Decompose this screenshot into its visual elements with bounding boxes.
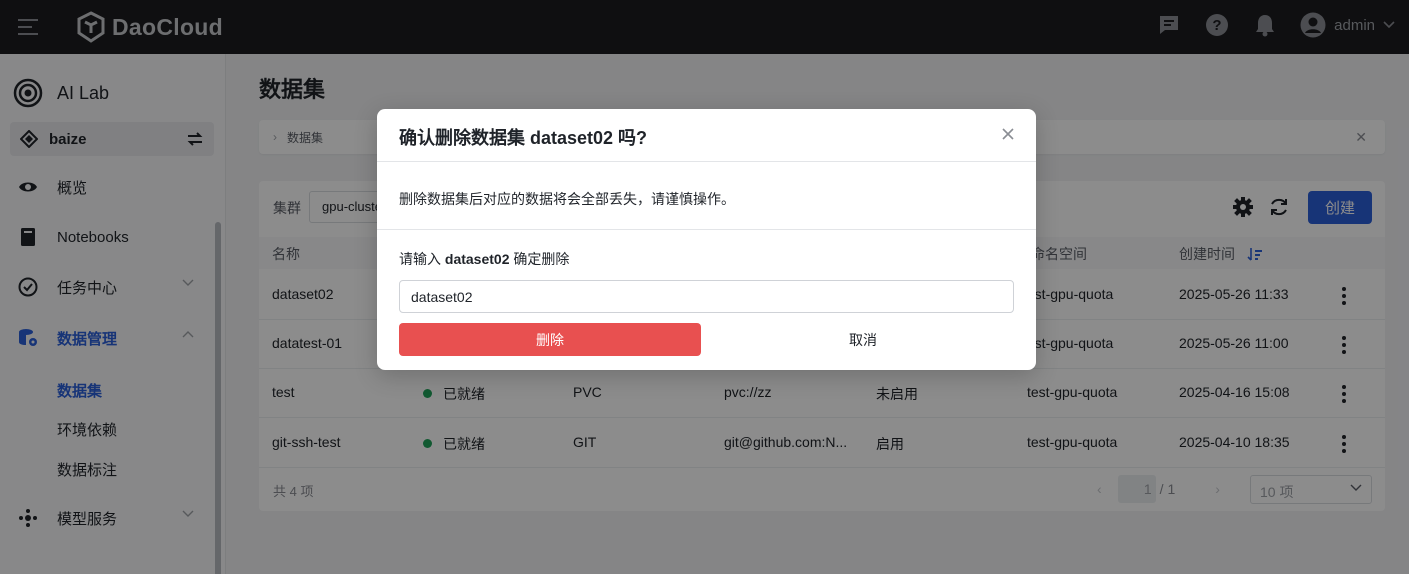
confirm-instruction: 请输入 dataset02 确定删除 <box>399 249 569 269</box>
dialog-warning-text: 删除数据集后对应的数据将会全部丢失，请谨慎操作。 <box>399 191 735 207</box>
dialog-header: 确认删除数据集 dataset02 吗? <box>377 109 1036 162</box>
cancel-button[interactable]: 取消 <box>712 323 1014 356</box>
confirm-dataset-name: dataset02 <box>444 251 510 267</box>
delete-confirm-dialog: 确认删除数据集 dataset02 吗? 删除数据集后对应的数据将会全部丢失，请… <box>377 109 1036 370</box>
confirm-name-input[interactable] <box>399 280 1014 313</box>
dialog-warning-section: 删除数据集后对应的数据将会全部丢失，请谨慎操作。 <box>377 162 1036 230</box>
confirm-prefix: 请输入 <box>399 251 445 267</box>
close-icon[interactable] <box>1001 127 1015 141</box>
delete-button[interactable]: 删除 <box>399 323 701 356</box>
dialog-title: 确认删除数据集 dataset02 吗? <box>399 128 648 148</box>
confirm-suffix: 确定删除 <box>509 251 570 267</box>
